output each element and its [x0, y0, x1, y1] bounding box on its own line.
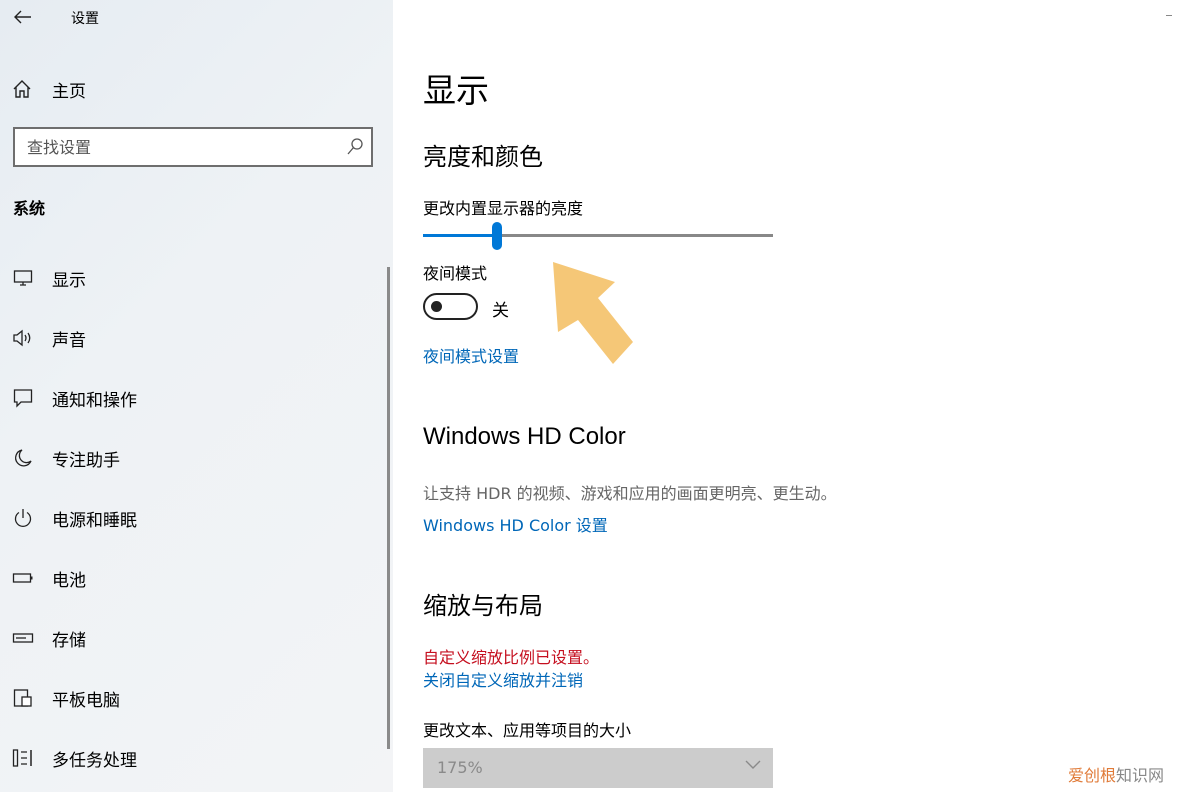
- night-light-state: 关: [492, 301, 509, 321]
- sidebar-item-multitasking[interactable]: 多任务处理: [0, 736, 380, 780]
- sidebar-item-label: 通知和操作: [52, 390, 137, 411]
- slider-fill: [423, 234, 497, 237]
- sidebar: 设置 主页 系统 显示 声音 通知和操作 专注助手 电源和睡眠 电池 存储: [0, 0, 393, 792]
- custom-scale-warning: 自定义缩放比例已设置。: [423, 648, 600, 667]
- sidebar-scrollbar[interactable]: [387, 267, 390, 749]
- sidebar-item-label: 平板电脑: [52, 690, 120, 711]
- page-title: 显示: [423, 71, 489, 110]
- scale-heading: 缩放与布局: [423, 592, 543, 620]
- sidebar-item-focus-assist[interactable]: 专注助手: [0, 436, 380, 480]
- toggle-knob: [431, 301, 442, 312]
- monitor-icon: [11, 266, 35, 290]
- title-bar: 设置: [0, 0, 393, 34]
- sidebar-item-label: 存储: [52, 630, 86, 651]
- sidebar-item-label: 显示: [52, 270, 86, 291]
- night-light-settings-link[interactable]: 夜间模式设置: [423, 343, 519, 367]
- tablet-icon: [11, 686, 35, 710]
- brightness-slider[interactable]: [423, 220, 773, 252]
- sidebar-item-notifications[interactable]: 通知和操作: [0, 376, 380, 420]
- storage-icon: [11, 626, 35, 650]
- sidebar-item-label: 专注助手: [52, 450, 120, 471]
- section-title: 系统: [13, 199, 46, 218]
- brightness-label: 更改内置显示器的亮度: [423, 199, 584, 218]
- scale-dropdown-value: 175%: [437, 758, 483, 777]
- multitask-icon: [11, 746, 35, 770]
- sidebar-item-display[interactable]: 显示: [0, 256, 380, 300]
- watermark: 爱创根知识网: [1067, 766, 1164, 785]
- scale-dropdown[interactable]: 175%: [423, 748, 773, 788]
- battery-icon: [11, 566, 35, 590]
- chevron-down-icon: [745, 760, 761, 769]
- night-light-label: 夜间模式: [423, 264, 488, 283]
- hd-color-description: 让支持 HDR 的视频、游戏和应用的画面更明亮、更生动。: [423, 484, 837, 503]
- sidebar-item-label: 声音: [52, 330, 86, 351]
- home-label: 主页: [52, 81, 86, 102]
- home-icon: [13, 80, 31, 98]
- back-button[interactable]: [10, 4, 36, 30]
- turn-off-custom-scaling-link[interactable]: 关闭自定义缩放并注销: [423, 667, 583, 691]
- pointer-arrow-icon: [553, 262, 633, 364]
- sidebar-item-label: 电池: [52, 570, 86, 591]
- home-button[interactable]: 主页: [12, 74, 86, 104]
- hd-color-settings-link[interactable]: Windows HD Color 设置: [423, 512, 608, 536]
- search-box[interactable]: [13, 127, 373, 167]
- main-content: 显示 亮度和颜色 更改内置显示器的亮度 夜间模式 关 夜间模式设置 Window…: [393, 0, 1188, 792]
- speaker-icon: [11, 326, 35, 350]
- power-icon: [11, 506, 35, 530]
- moon-icon: [11, 446, 35, 470]
- back-arrow-icon: [14, 10, 31, 24]
- sidebar-item-power[interactable]: 电源和睡眠: [0, 496, 380, 540]
- search-icon[interactable]: [347, 138, 363, 160]
- sidebar-item-tablet[interactable]: 平板电脑: [0, 676, 380, 720]
- notification-icon: [11, 386, 35, 410]
- brightness-heading: 亮度和颜色: [423, 143, 543, 171]
- night-light-toggle[interactable]: [423, 293, 478, 320]
- sidebar-item-storage[interactable]: 存储: [0, 616, 380, 660]
- hd-color-heading: Windows HD Color: [423, 423, 626, 450]
- sidebar-item-label: 多任务处理: [52, 750, 137, 771]
- scale-size-label: 更改文本、应用等项目的大小: [423, 721, 632, 740]
- sidebar-item-battery[interactable]: 电池: [0, 556, 380, 600]
- slider-thumb[interactable]: [492, 222, 502, 250]
- sidebar-item-sound[interactable]: 声音: [0, 316, 380, 360]
- search-input[interactable]: [27, 136, 327, 158]
- minimize-icon[interactable]: [1166, 15, 1172, 16]
- app-title: 设置: [71, 11, 99, 27]
- sidebar-item-label: 电源和睡眠: [52, 510, 137, 531]
